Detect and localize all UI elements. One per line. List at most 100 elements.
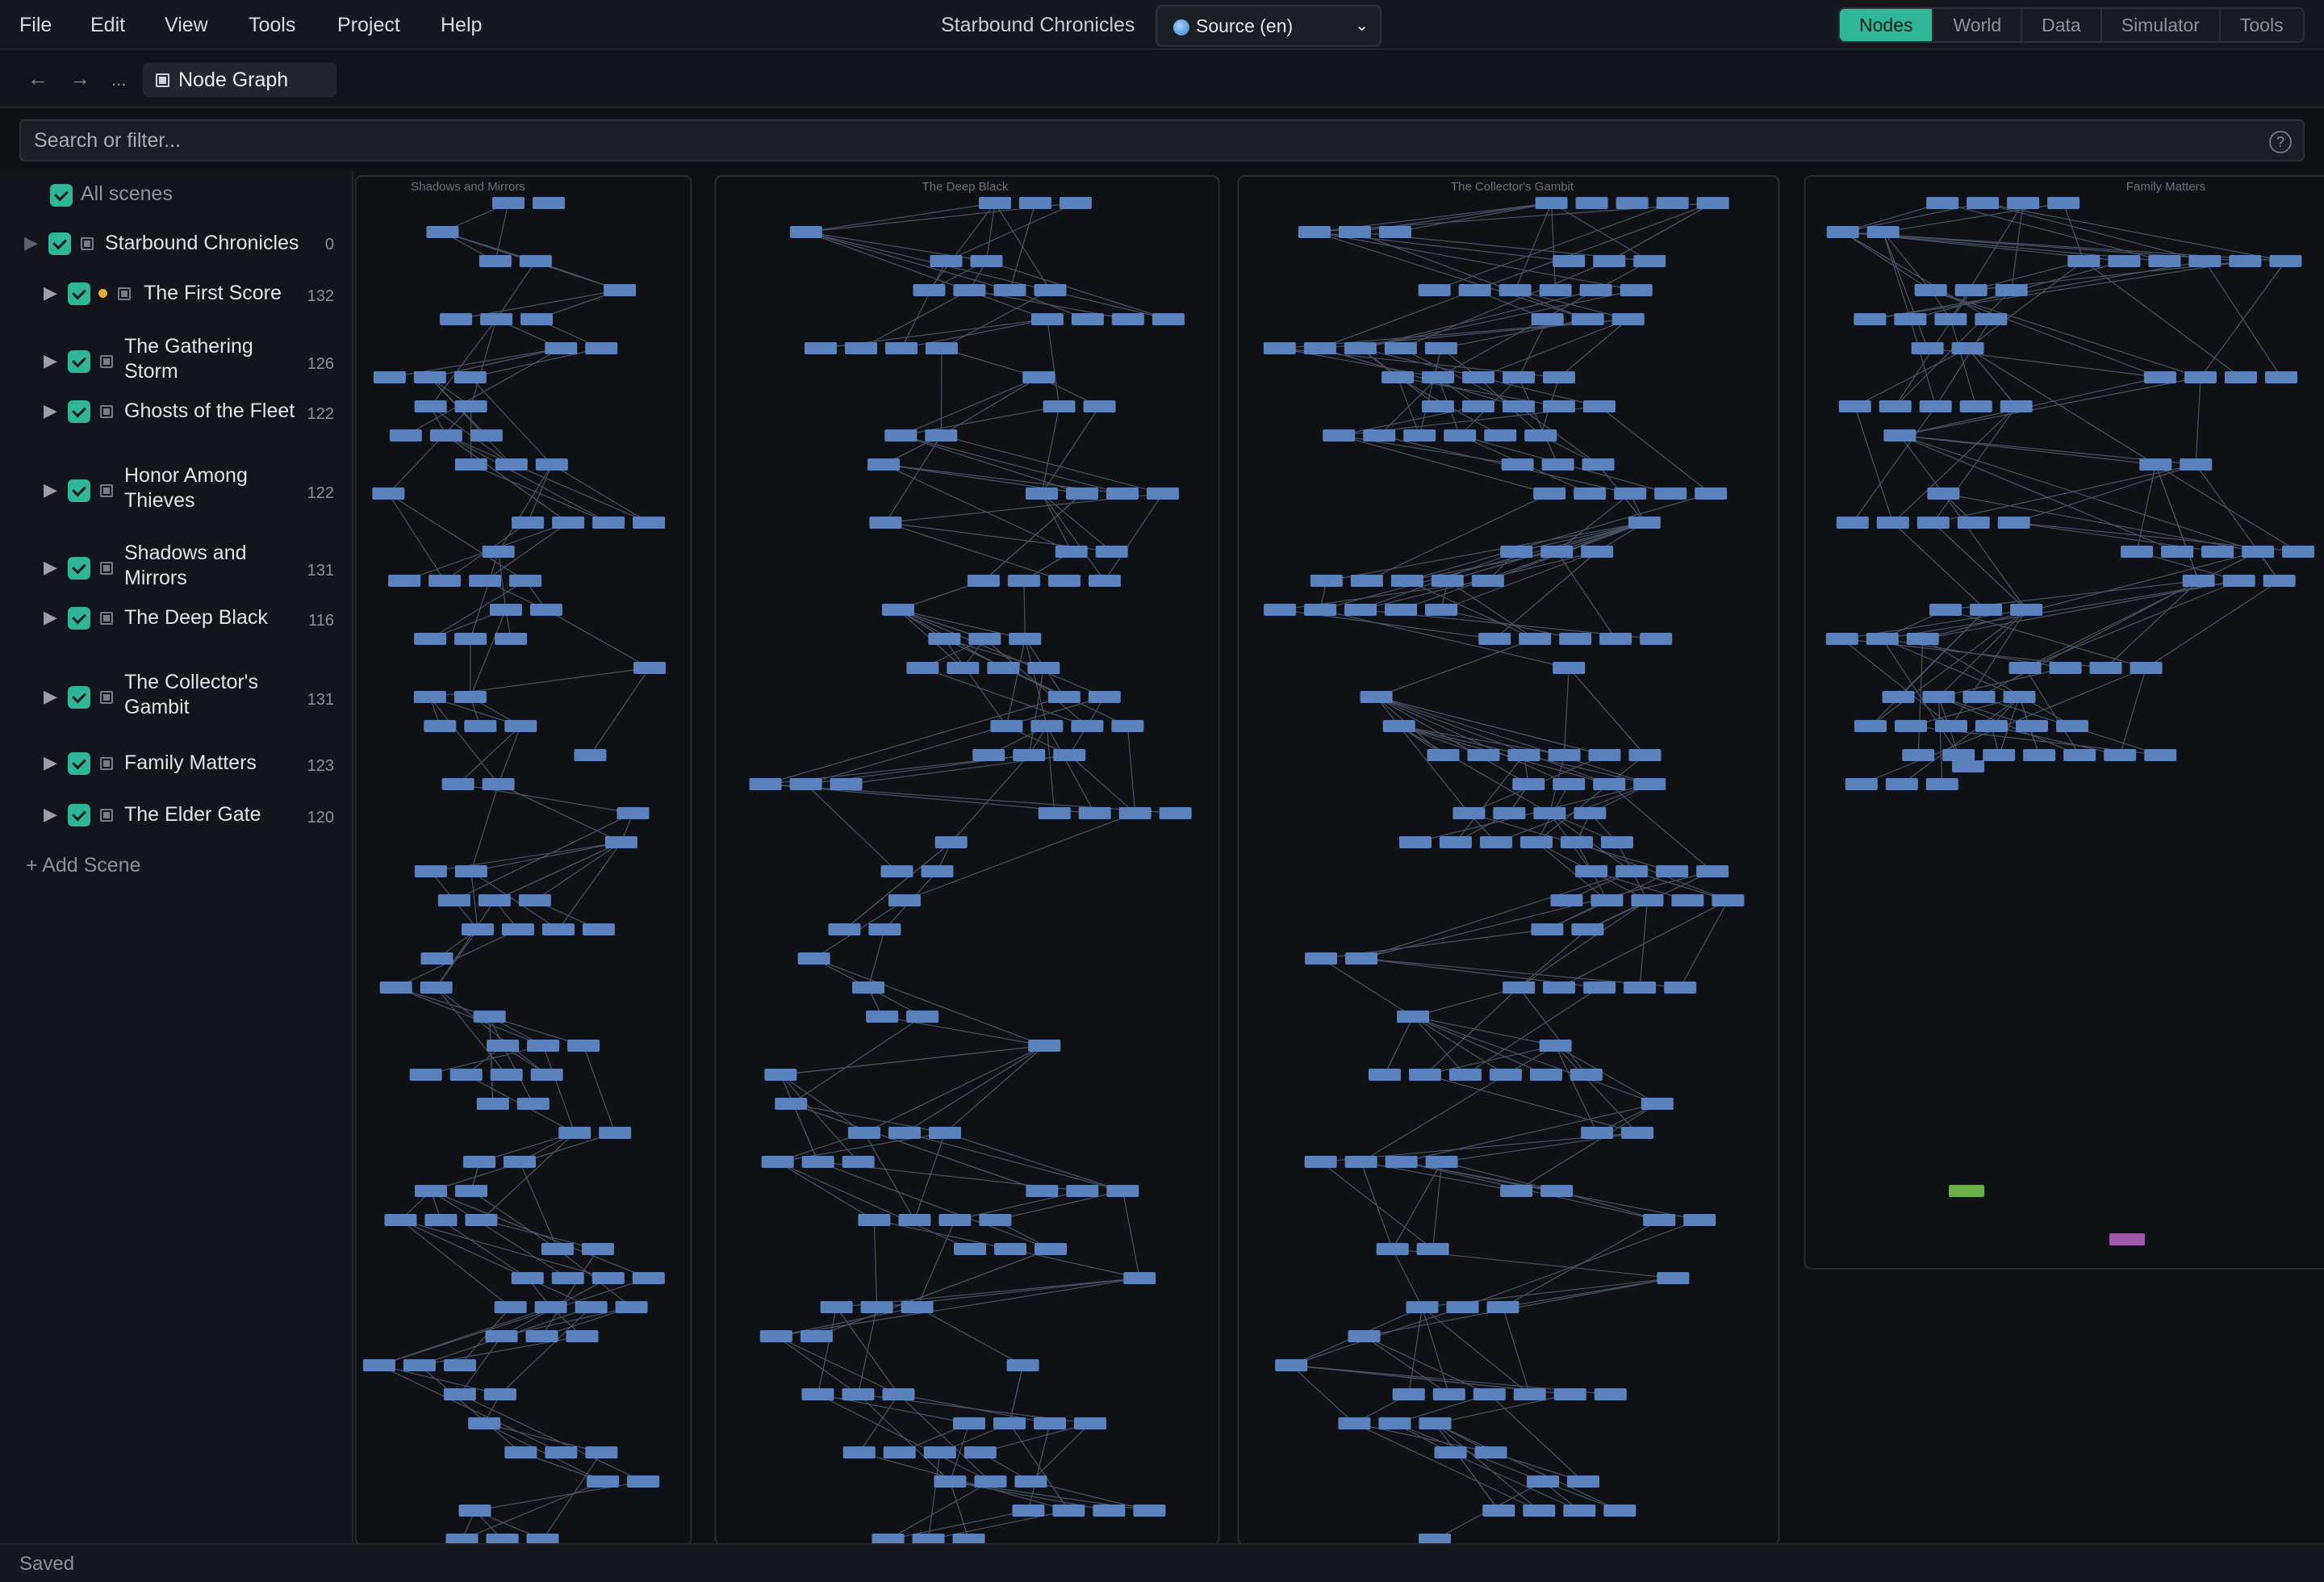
- menu-help[interactable]: Help: [441, 0, 482, 50]
- dialogue-node[interactable]: [845, 342, 878, 354]
- dialogue-node[interactable]: [1022, 371, 1055, 383]
- dialogue-node[interactable]: [494, 1301, 527, 1313]
- dialogue-node[interactable]: [1575, 865, 1608, 877]
- dialogue-node[interactable]: [1385, 1156, 1418, 1168]
- scene-checkbox[interactable]: [68, 752, 90, 775]
- dialogue-node[interactable]: [464, 720, 497, 732]
- dialogue-node[interactable]: [2008, 662, 2042, 674]
- dialogue-node[interactable]: [761, 1156, 794, 1168]
- dialogue-node[interactable]: [1582, 400, 1616, 412]
- dialogue-node[interactable]: [1053, 749, 1086, 761]
- dialogue-node[interactable]: [1599, 633, 1632, 645]
- dialogue-node[interactable]: [1350, 575, 1383, 587]
- dialogue-node[interactable]: [1616, 865, 1649, 877]
- dialogue-node[interactable]: [454, 633, 487, 645]
- dialogue-node[interactable]: [2055, 720, 2088, 732]
- dialogue-node[interactable]: [476, 1098, 509, 1110]
- breadcrumb-more[interactable]: ...: [111, 69, 126, 90]
- dialogue-node[interactable]: [420, 952, 454, 965]
- dialogue-node[interactable]: [1825, 633, 1858, 645]
- menu-tools[interactable]: Tools: [249, 0, 295, 50]
- dialogue-node[interactable]: [898, 1214, 931, 1226]
- expand-triangle-icon[interactable]: ▶: [44, 607, 57, 628]
- dialogue-node[interactable]: [1088, 691, 1121, 703]
- dialogue-node[interactable]: [1503, 981, 1536, 994]
- dialogue-node[interactable]: [921, 865, 954, 877]
- dialogue-node[interactable]: [1310, 575, 1343, 587]
- dialogue-node[interactable]: [1934, 313, 1967, 325]
- dialogue-node[interactable]: [2049, 662, 2082, 674]
- project-checkbox[interactable]: [48, 232, 71, 255]
- dialogue-node[interactable]: [1378, 1417, 1411, 1429]
- dialogue-node[interactable]: [1406, 1301, 1439, 1313]
- expand-triangle-icon[interactable]: ▶: [44, 804, 57, 825]
- dialogue-node[interactable]: [551, 1272, 584, 1284]
- dialogue-node[interactable]: [443, 1359, 476, 1371]
- dialogue-node[interactable]: [934, 1475, 967, 1488]
- dialogue-node[interactable]: [468, 1417, 501, 1429]
- search-input[interactable]: [34, 121, 2245, 160]
- dialogue-node[interactable]: [1360, 691, 1393, 703]
- dialogue-node[interactable]: [872, 1534, 905, 1543]
- dialogue-node[interactable]: [486, 1534, 519, 1543]
- dialogue-node[interactable]: [437, 894, 470, 906]
- dialogue-node[interactable]: [1983, 749, 2016, 761]
- dialogue-node[interactable]: [934, 836, 968, 848]
- dialogue-node[interactable]: [1009, 633, 1042, 645]
- dialogue-node[interactable]: [585, 342, 618, 354]
- dialogue-node[interactable]: [2047, 197, 2080, 209]
- scene-name[interactable]: The Deep Black: [124, 605, 268, 630]
- dialogue-node[interactable]: [532, 197, 565, 209]
- dialogue-node[interactable]: [880, 865, 913, 877]
- dialogue-node[interactable]: [1458, 284, 1491, 296]
- dialogue-node[interactable]: [1911, 342, 1944, 354]
- dialogue-node[interactable]: [483, 1388, 516, 1400]
- dialogue-node[interactable]: [974, 1475, 1007, 1488]
- scene-name[interactable]: Family Matters: [124, 751, 257, 776]
- dialogue-node[interactable]: [1478, 633, 1511, 645]
- dialogue-node[interactable]: [1616, 197, 1649, 209]
- dialogue-node[interactable]: [633, 662, 667, 674]
- dialogue-node[interactable]: [1995, 284, 2028, 296]
- scene-name[interactable]: Ghosts of the Fleet: [124, 399, 295, 424]
- dialogue-node[interactable]: [1038, 807, 1071, 819]
- dialogue-node[interactable]: [972, 749, 1005, 761]
- dialogue-node[interactable]: [993, 284, 1026, 296]
- expand-triangle-icon[interactable]: ▶: [44, 350, 57, 371]
- dialogue-node[interactable]: [852, 981, 885, 994]
- dialogue-node[interactable]: [1012, 1505, 1045, 1517]
- dialogue-node[interactable]: [1541, 458, 1574, 471]
- dialogue-node[interactable]: [1575, 197, 1608, 209]
- dialogue-node[interactable]: [1553, 778, 1586, 790]
- dialogue-node[interactable]: [1543, 371, 1576, 383]
- dialogue-node[interactable]: [885, 342, 918, 354]
- dialogue-node[interactable]: [1588, 749, 1621, 761]
- scene-name[interactable]: The Elder Gate: [124, 802, 261, 827]
- dialogue-node[interactable]: [530, 1069, 563, 1081]
- dialogue-node[interactable]: [2222, 575, 2255, 587]
- dialogue-node[interactable]: [858, 1214, 891, 1226]
- dialogue-node[interactable]: [1501, 458, 1534, 471]
- dialogue-node[interactable]: [1338, 226, 1371, 238]
- dialogue-node[interactable]: [801, 1156, 834, 1168]
- dialogue-node[interactable]: [1975, 720, 2008, 732]
- dialogue-node[interactable]: [1047, 691, 1080, 703]
- dialogue-node[interactable]: [1427, 749, 1460, 761]
- dialogue-node[interactable]: [424, 1214, 458, 1226]
- dialogue-node[interactable]: [1574, 807, 1607, 819]
- dialogue-node[interactable]: [2263, 575, 2296, 587]
- dialogue-node[interactable]: [414, 400, 447, 412]
- dialogue-node[interactable]: [2229, 255, 2262, 267]
- dialogue-node[interactable]: [1594, 1388, 1627, 1400]
- dialogue-node[interactable]: [526, 1534, 559, 1543]
- dialogue-node[interactable]: [1712, 894, 1745, 906]
- dialogue-node[interactable]: [545, 1446, 578, 1459]
- dialogue-node[interactable]: [1957, 517, 1990, 529]
- dialogue-node[interactable]: [1894, 313, 1927, 325]
- dialogue-node[interactable]: [633, 517, 666, 529]
- dialogue-node[interactable]: [1368, 1069, 1401, 1081]
- dialogue-node[interactable]: [1548, 749, 1581, 761]
- dialogue-node[interactable]: [1263, 342, 1296, 354]
- dialogue-node[interactable]: [1513, 1388, 1546, 1400]
- dialogue-node[interactable]: [1484, 429, 1517, 442]
